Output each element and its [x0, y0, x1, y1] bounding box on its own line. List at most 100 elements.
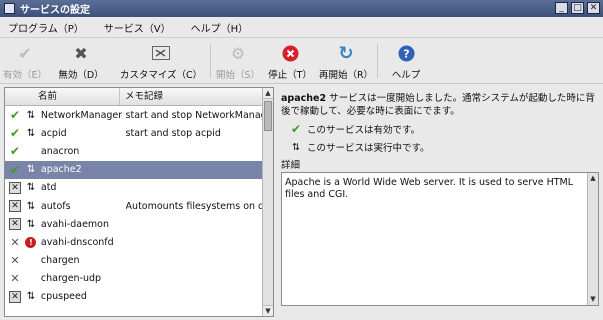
scroll-up-arrow-icon[interactable]: ▲: [263, 88, 273, 99]
check-icon: ✔: [18, 43, 32, 63]
help-icon: ?: [396, 43, 416, 63]
refresh-icon: ↻: [338, 42, 354, 64]
start-button[interactable]: ⚙ 開始（S）: [211, 38, 265, 84]
disabled-box-icon: ✕: [8, 217, 22, 231]
disable-button[interactable]: ✖ 無効（D）: [50, 38, 112, 84]
customize-label: カスタマイズ（C）: [119, 70, 203, 81]
list-item[interactable]: ✔ anacron: [5, 142, 263, 160]
cross-icon: ✕: [10, 272, 20, 286]
check-icon: ✔: [9, 144, 20, 159]
cross-icon: ✖: [74, 43, 88, 63]
service-name: avahi-dnsconfd: [40, 236, 114, 248]
window-title: サービスの設定: [20, 5, 90, 16]
column-desc-header[interactable]: メモ記録: [120, 88, 263, 105]
running-arrows-icon: ⇅: [26, 127, 36, 139]
menu-service[interactable]: サービス（V）: [104, 20, 171, 35]
running-arrows-icon: ⇅: [26, 291, 36, 303]
list-item[interactable]: ✔ ⇅ acpid start and stop acpid: [5, 124, 263, 142]
list-item[interactable]: ✔ ⇅ apache2: [5, 160, 263, 179]
enable-label: 有効（E）: [2, 70, 47, 81]
service-name: anacron: [40, 145, 80, 157]
list-header: 名前 メモ記録: [5, 88, 263, 106]
running-arrows-icon: ⇅: [26, 200, 36, 212]
customize-icon: [151, 43, 171, 63]
service-name: atd: [40, 182, 57, 194]
list-rows: ✔ ⇅ NetworkManager start and stop NetworkMa…: [5, 106, 263, 306]
list-item[interactable]: ✔ ⇅ NetworkManager start and stop NetworkMa…: [5, 106, 263, 124]
restart-label: 再開始（R）: [318, 70, 374, 81]
service-name: chargen-udp: [40, 273, 102, 285]
check-icon: ✔: [9, 126, 20, 141]
check-icon: ✔: [9, 162, 20, 177]
help-button[interactable]: ? ヘルプ: [378, 38, 434, 84]
description-box[interactable]: Apache is a World Wide Web server. It is…: [281, 172, 599, 306]
service-list: 名前 メモ記録 ✔ ⇅ NetworkManager start and stop N…: [4, 87, 274, 317]
running-arrows-icon: ⇅: [26, 164, 36, 176]
column-name-header[interactable]: 名前: [5, 88, 120, 105]
scroll-up-arrow-icon[interactable]: ▲: [588, 173, 598, 184]
list-item[interactable]: ✕! avahi-dnsconfd: [5, 233, 263, 251]
list-item[interactable]: ✕ ⇅ autofs Automounts filesystems on demand: [5, 197, 263, 215]
minimize-button[interactable]: _: [555, 2, 568, 14]
status-running-text: このサービスは実行中です。: [307, 143, 430, 154]
menu-help[interactable]: ヘルプ（H）: [191, 20, 249, 35]
service-name: cpuspeed: [40, 291, 87, 303]
scroll-down-arrow-icon[interactable]: ▼: [263, 305, 273, 316]
scroll-thumb[interactable]: [264, 101, 272, 131]
check-icon: ✔: [290, 122, 302, 136]
service-name: acpid: [40, 127, 67, 139]
list-item[interactable]: ✕ ⇅ avahi-daemon: [5, 215, 263, 233]
menu-bar: プログラム（P） サービス（V） ヘルプ（H）: [0, 17, 603, 38]
status-message-text: サービスは一度開始しました。通常システムが起動した時に背後で稼動して、必要な時に…: [281, 93, 595, 117]
running-arrows-icon: ⇅: [26, 182, 36, 194]
svg-text:?: ?: [403, 47, 409, 60]
service-name: apache2: [40, 164, 82, 176]
scroll-down-arrow-icon[interactable]: ▼: [588, 294, 598, 305]
stop-button[interactable]: 停止（T）: [265, 38, 315, 84]
list-item[interactable]: ✕ ⇅ atd: [5, 179, 263, 197]
disabled-box-icon: ✕: [8, 199, 22, 213]
disabled-box-icon: ✕: [8, 290, 22, 304]
maximize-button[interactable]: □: [571, 2, 584, 14]
running-arrows-icon: ⇅: [26, 109, 36, 121]
detail-panel: apache2 サービスは一度開始しました。通常システムが起動した時に背後で稼動…: [281, 92, 599, 154]
restart-button[interactable]: ↻ 再開始（R）: [315, 38, 377, 84]
window-controls: _ □ ✕: [555, 2, 600, 14]
error-icon: !: [24, 236, 38, 248]
service-name: avahi-daemon: [40, 218, 110, 230]
close-button[interactable]: ✕: [587, 2, 600, 14]
pane-splitter[interactable]: [276, 87, 279, 317]
enable-button[interactable]: ✔ 有効（E）: [0, 38, 50, 84]
service-name: autofs: [40, 200, 71, 212]
description-scrollbar[interactable]: ▲ ▼: [587, 173, 598, 305]
toolbar: ✔ 有効（E） ✖ 無効（D） カスタマイズ（C） ⚙ 開始（S） 停止（T） …: [0, 38, 603, 84]
service-name: apache2: [281, 93, 327, 104]
gear-icon: ⚙: [230, 43, 246, 63]
cross-icon: ✕: [10, 235, 20, 249]
app-icon: [4, 3, 15, 14]
status-enabled: ✔ このサービスは有効です。: [289, 122, 599, 136]
menu-program[interactable]: プログラム（P）: [8, 20, 84, 35]
service-name: NetworkManager: [40, 109, 123, 121]
list-item[interactable]: ✕ ⇅ cpuspeed: [5, 288, 263, 306]
service-description: Automounts filesystems on demand: [125, 200, 263, 212]
list-item[interactable]: ✕ chargen-udp: [5, 270, 263, 288]
customize-button[interactable]: カスタマイズ（C）: [112, 38, 210, 84]
status-enabled-text: このサービスは有効です。: [307, 125, 421, 136]
help-label: ヘルプ: [391, 70, 421, 81]
service-name: chargen: [40, 255, 80, 267]
check-icon: ✔: [9, 108, 20, 123]
description-text: Apache is a World Wide Web server. It is…: [285, 177, 574, 200]
cross-icon: ✕: [10, 254, 20, 268]
service-description: start and stop acpid: [125, 127, 221, 139]
running-arrows-icon: ⇅: [26, 218, 36, 230]
list-scrollbar[interactable]: ▲ ▼: [262, 88, 273, 316]
running-arrows-icon: ⇅: [292, 141, 300, 153]
list-item[interactable]: ✕ chargen: [5, 252, 263, 270]
status-running: ⇅ このサービスは実行中です。: [289, 140, 599, 155]
disabled-box-icon: ✕: [8, 181, 22, 195]
start-label: 開始（S）: [215, 70, 261, 81]
service-description: start and stop NetworkManager: [125, 109, 263, 121]
stop-label: 停止（T）: [268, 70, 312, 81]
description-label: 詳細: [281, 160, 301, 171]
